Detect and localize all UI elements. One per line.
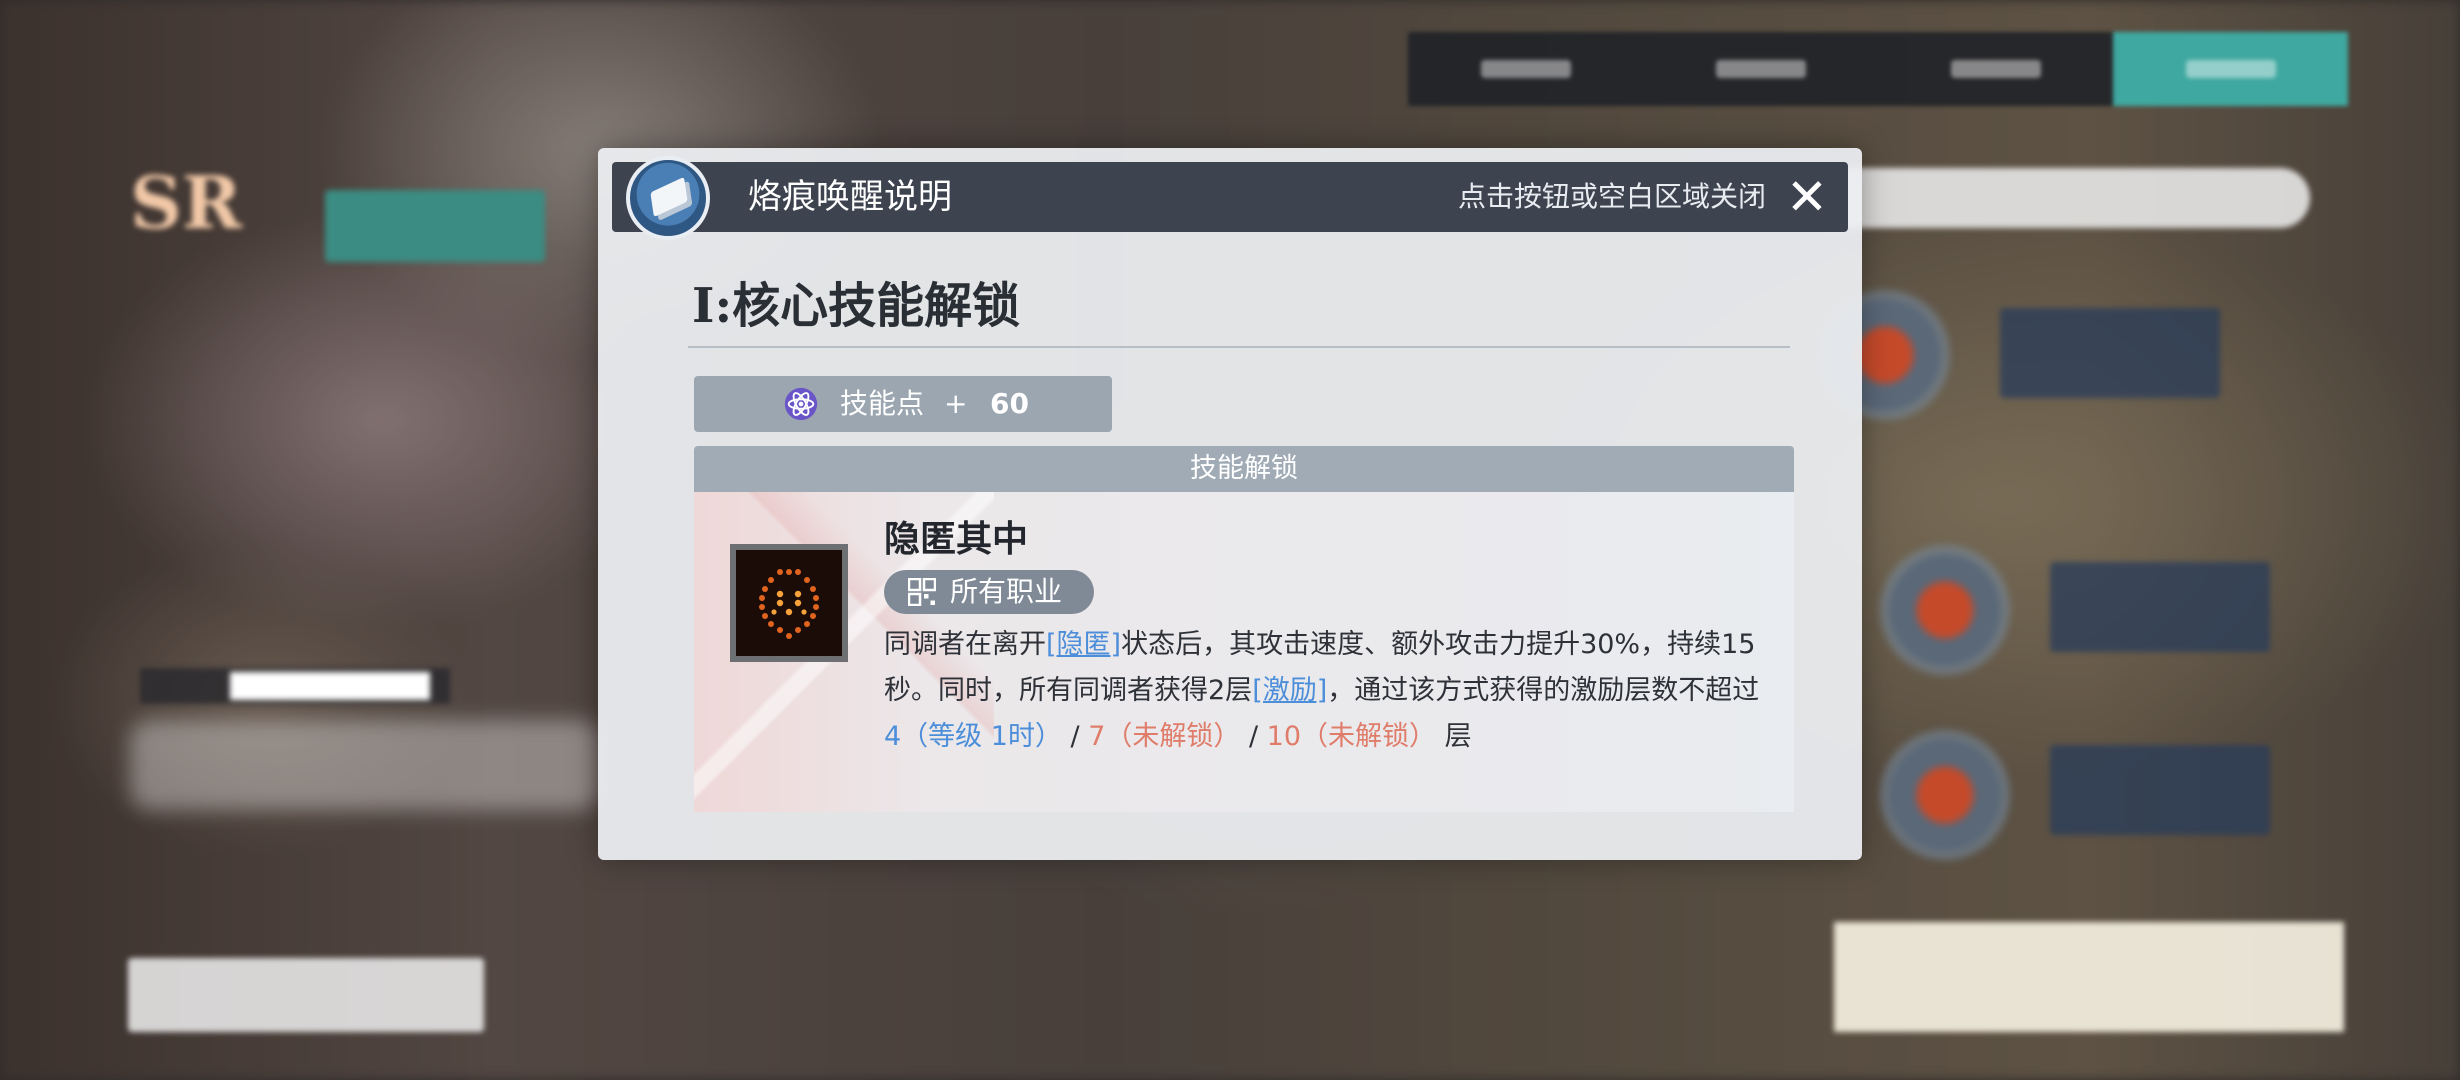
section-divider bbox=[688, 346, 1790, 348]
skill-unlock-header: 技能解锁 bbox=[694, 446, 1794, 492]
hint-pill-blurred bbox=[1790, 168, 2310, 228]
role-tag-blurred bbox=[325, 190, 545, 262]
level-separator: / bbox=[1061, 721, 1089, 752]
skill-name: 隐匿其中 bbox=[884, 518, 1029, 560]
level-value-unlocked: 4（等级 1时） bbox=[884, 721, 1062, 752]
level-separator: / bbox=[1240, 721, 1267, 752]
skill-node-blurred bbox=[1880, 545, 2010, 675]
job-tag: 所有职业 bbox=[884, 570, 1094, 614]
atom-icon bbox=[784, 387, 818, 421]
skill-node-label-blurred bbox=[2050, 745, 2270, 835]
skill-points-label: 技能点 bbox=[840, 387, 925, 420]
top-tab-active bbox=[2113, 32, 2348, 106]
desc-text: ，通过该方式获得的激励层数不超过 bbox=[1327, 675, 1760, 706]
desc-text: 同调者在离开 bbox=[884, 629, 1046, 660]
lantern-skill-icon bbox=[730, 544, 848, 662]
top-tab bbox=[1878, 32, 2113, 106]
section-title: I:核心技能解锁 bbox=[692, 278, 1021, 334]
skill-node-label-blurred bbox=[2000, 308, 2220, 398]
imprint-icon bbox=[626, 156, 710, 240]
dialog-header: 烙痕唤醒说明 点击按钮或空白区域关闭 ✕ bbox=[612, 162, 1848, 232]
top-tab bbox=[1643, 32, 1878, 106]
keyword-link-inspire[interactable]: [激励] bbox=[1252, 675, 1327, 706]
level-value-locked: 10（未解锁） bbox=[1266, 721, 1437, 752]
skill-points-value: 60 bbox=[990, 387, 1029, 420]
info-button-blurred bbox=[128, 958, 484, 1032]
job-tag-label: 所有职业 bbox=[950, 575, 1063, 608]
dialog-title: 烙痕唤醒说明 bbox=[748, 177, 952, 217]
keyword-link-stealth[interactable]: [隐匿] bbox=[1046, 629, 1121, 660]
skill-node-label-blurred bbox=[2050, 562, 2270, 652]
desc-text: 层 bbox=[1436, 721, 1472, 752]
close-button[interactable]: ✕ bbox=[1784, 172, 1830, 222]
skill-points-pill: 技能点 + 60 bbox=[694, 376, 1112, 432]
top-tab bbox=[1408, 32, 1643, 106]
level-value-locked: 7（未解锁） bbox=[1088, 721, 1241, 752]
close-hint-text: 点击按钮或空白区域关闭 bbox=[1457, 180, 1766, 213]
upgrade-button-blurred bbox=[1834, 922, 2344, 1032]
character-name-bar-blurred bbox=[140, 668, 450, 704]
rarity-badge: SR bbox=[130, 160, 242, 245]
grid-icon bbox=[908, 578, 936, 606]
top-tab-bar-blurred bbox=[1408, 32, 2348, 106]
imprint-awaken-dialog: 烙痕唤醒说明 点击按钮或空白区域关闭 ✕ I:核心技能解锁 技能点 + 60 技… bbox=[598, 148, 1862, 860]
skill-node-blurred bbox=[1880, 730, 2010, 860]
skill-points-plus: + bbox=[944, 387, 968, 420]
skill-description: 同调者在离开[隐匿]状态后，其攻击速度、额外攻击力提升30%，持续15秒。同时，… bbox=[884, 622, 1764, 760]
skill-card: 隐匿其中 所有职业 同调者在离开[隐匿]状态后，其攻击速度、额外攻击力提升30%… bbox=[694, 492, 1794, 812]
character-title-blurred bbox=[130, 720, 600, 810]
